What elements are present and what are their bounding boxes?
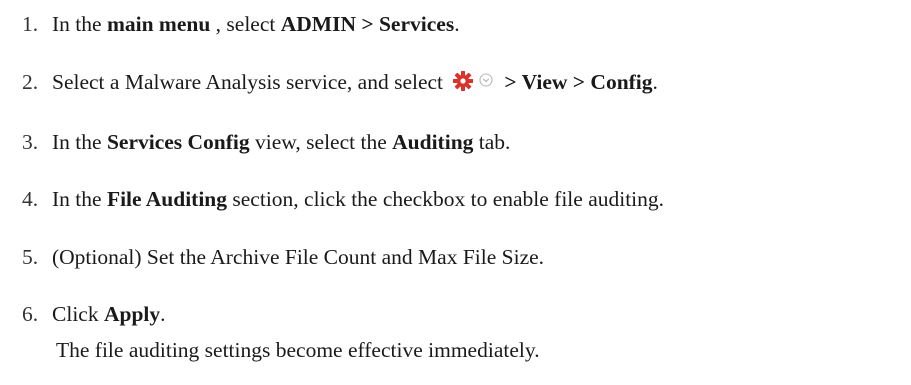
view-config-path: > View > Config [504,70,653,94]
step-text: . [160,302,166,326]
step-number: 4. [22,187,39,211]
step-1: 1. In the main menu , select ADMIN > Serv… [22,11,460,37]
step-text: In the [52,130,107,154]
services-config-term: Services Config [106,130,250,154]
step-6: 6. Click Apply. [22,301,166,327]
step-number: 2. [22,70,39,94]
step-number: 1. [22,12,39,36]
step-text: section, click the checkbox to enable fi… [227,187,665,211]
step-text: In the [52,187,107,211]
gear-icon [453,71,474,91]
step-4: 4. In the File Auditing section, click th… [22,186,664,212]
step-text: , select [210,12,281,36]
step-text: . [454,12,460,36]
admin-services-path: ADMIN > Services [280,12,455,36]
step-text: tab. [473,130,511,154]
step-text: view, select the [249,130,393,154]
step-text: Select a Malware Analysis service, and s… [52,70,449,94]
main-menu-term: main menu [106,12,211,36]
step-5: 5. (Optional) Set the Archive File Count … [22,244,544,270]
apply-term: Apply [103,302,161,326]
chevron-down-circle-icon [479,73,493,87]
actions-menu-icon [452,71,498,91]
step-number: 3. [22,130,39,154]
step-2: 2. Select a Malware Analysis service, and… [22,69,658,95]
step-text: . [652,70,658,94]
step-6-result-note: The file auditing settings become effect… [56,338,540,362]
step-3: 3. In the Services Config view, select th… [22,129,510,155]
file-auditing-term: File Auditing [106,187,228,211]
step-text: Click [52,302,104,326]
step-text: (Optional) Set the Archive File Count an… [52,245,545,269]
step-number: 6. [22,302,39,326]
step-text: In the [52,12,107,36]
step-number: 5. [22,245,39,269]
auditing-tab-term: Auditing [392,130,474,154]
